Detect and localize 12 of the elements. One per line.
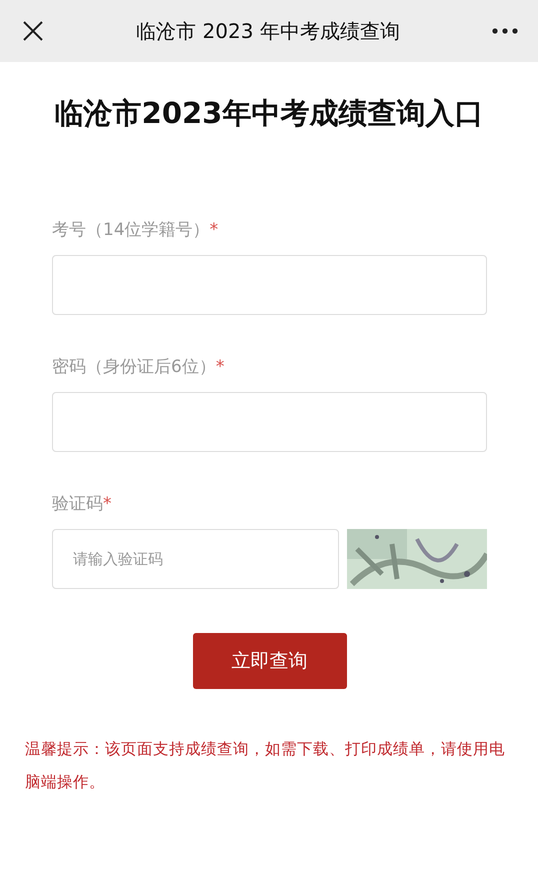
field-label: 考号（14位学籍号）* [52, 219, 220, 241]
notice-text: 温馨提示：该页面支持成绩查询，如需下载、打印成绩单，请使用电脑端操作。 [25, 739, 506, 793]
field-label: 验证码* [52, 493, 112, 515]
input-field[interactable]: 请输入验证码 [52, 529, 339, 589]
heading: 临沧市2023年中考成绩查询入口 [54, 95, 484, 132]
more-icon[interactable] [492, 28, 518, 34]
page-title: 临沧市 2023 年中考成绩查询 [135, 18, 401, 44]
input-field[interactable] [52, 255, 487, 315]
input-field[interactable] [52, 392, 487, 452]
submit-button[interactable]: 立即查询 [192, 633, 346, 689]
close-icon[interactable] [22, 20, 44, 42]
field-label: 密码（身份证后6位）* [52, 356, 226, 378]
